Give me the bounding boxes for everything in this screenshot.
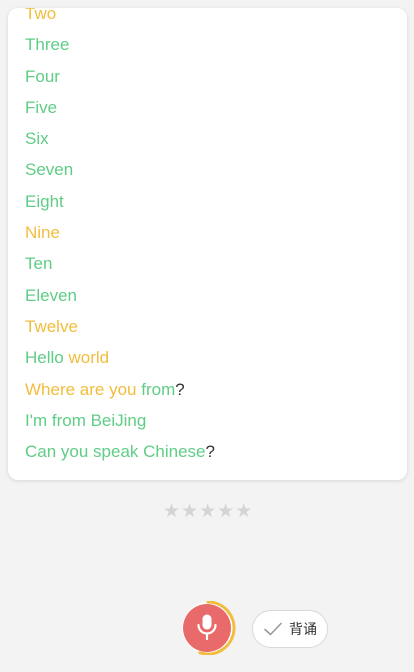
sentence-line: Six — [25, 123, 215, 154]
sentence-segment: Eleven — [25, 285, 77, 305]
recite-button[interactable]: 背诵 — [252, 610, 328, 648]
sentence-segment: Eight — [25, 191, 64, 211]
sentence-line: Can you speak Chinese? — [25, 436, 215, 467]
sentence-line: Three — [25, 29, 215, 60]
sentence-line: Twelve — [25, 311, 215, 342]
sentence-line: Seven — [25, 154, 215, 185]
sentence-segment: ? — [205, 442, 215, 462]
record-button[interactable] — [179, 601, 237, 655]
star-icon: ★ — [199, 501, 217, 522]
sentence-line: Hello world — [25, 342, 215, 373]
sentence-segment: Five — [25, 97, 58, 117]
sentence-segment: Twelve — [25, 316, 78, 336]
sentence-line: I'm from BeiJing — [25, 405, 215, 436]
sentence-segment: ? — [175, 379, 185, 399]
sentence-segment: Can you speak Chinese — [25, 442, 206, 462]
star-icon: ★ — [163, 501, 181, 522]
sentence-segment: Nine — [25, 223, 60, 243]
recite-button-label: 背诵 — [289, 621, 317, 637]
sentence-line: Ten — [25, 248, 215, 279]
star-icon: ★ — [217, 501, 235, 522]
sentence-segment: Ten — [25, 254, 53, 274]
star-icon: ★ — [181, 501, 199, 522]
recite-screen: Two Three Four Five Six Seven Eight Nine Ten Elev… — [0, 0, 414, 672]
sentence-line: Nine — [25, 217, 215, 248]
sentence-line: Eleven — [25, 280, 215, 311]
sentence-segment: I'm from BeiJing — [25, 410, 147, 430]
check-icon — [264, 622, 282, 636]
sentence-line: Eight — [25, 186, 215, 217]
sentence-line: Two — [25, 8, 215, 29]
sentence-segment: Two — [25, 8, 57, 23]
record-progress-ring — [182, 601, 236, 655]
star-icon: ★ — [235, 501, 253, 522]
sentence-line: Four — [25, 61, 215, 92]
sentence-segment: Four — [25, 66, 60, 86]
sentence-segment: Six — [25, 129, 49, 149]
sentence-segment: Seven — [25, 160, 74, 180]
sentence-segment: Hello — [25, 348, 69, 368]
sentence-segment: from — [141, 379, 176, 399]
sentence-list: Two Three Four Five Six Seven Eight Nine Ten Elev… — [25, 8, 215, 467]
sentence-line: Five — [25, 92, 215, 123]
rating-stars: ★ ★ ★ ★ ★ — [163, 502, 252, 521]
sentence-line: Where are you from? — [25, 374, 215, 405]
sentence-segment: world — [68, 348, 110, 368]
sentence-card: Two Three Four Five Six Seven Eight Nine Ten Elev… — [8, 8, 407, 480]
sentence-segment: Three — [25, 35, 70, 55]
sentence-segment: Where are you — [25, 379, 142, 399]
